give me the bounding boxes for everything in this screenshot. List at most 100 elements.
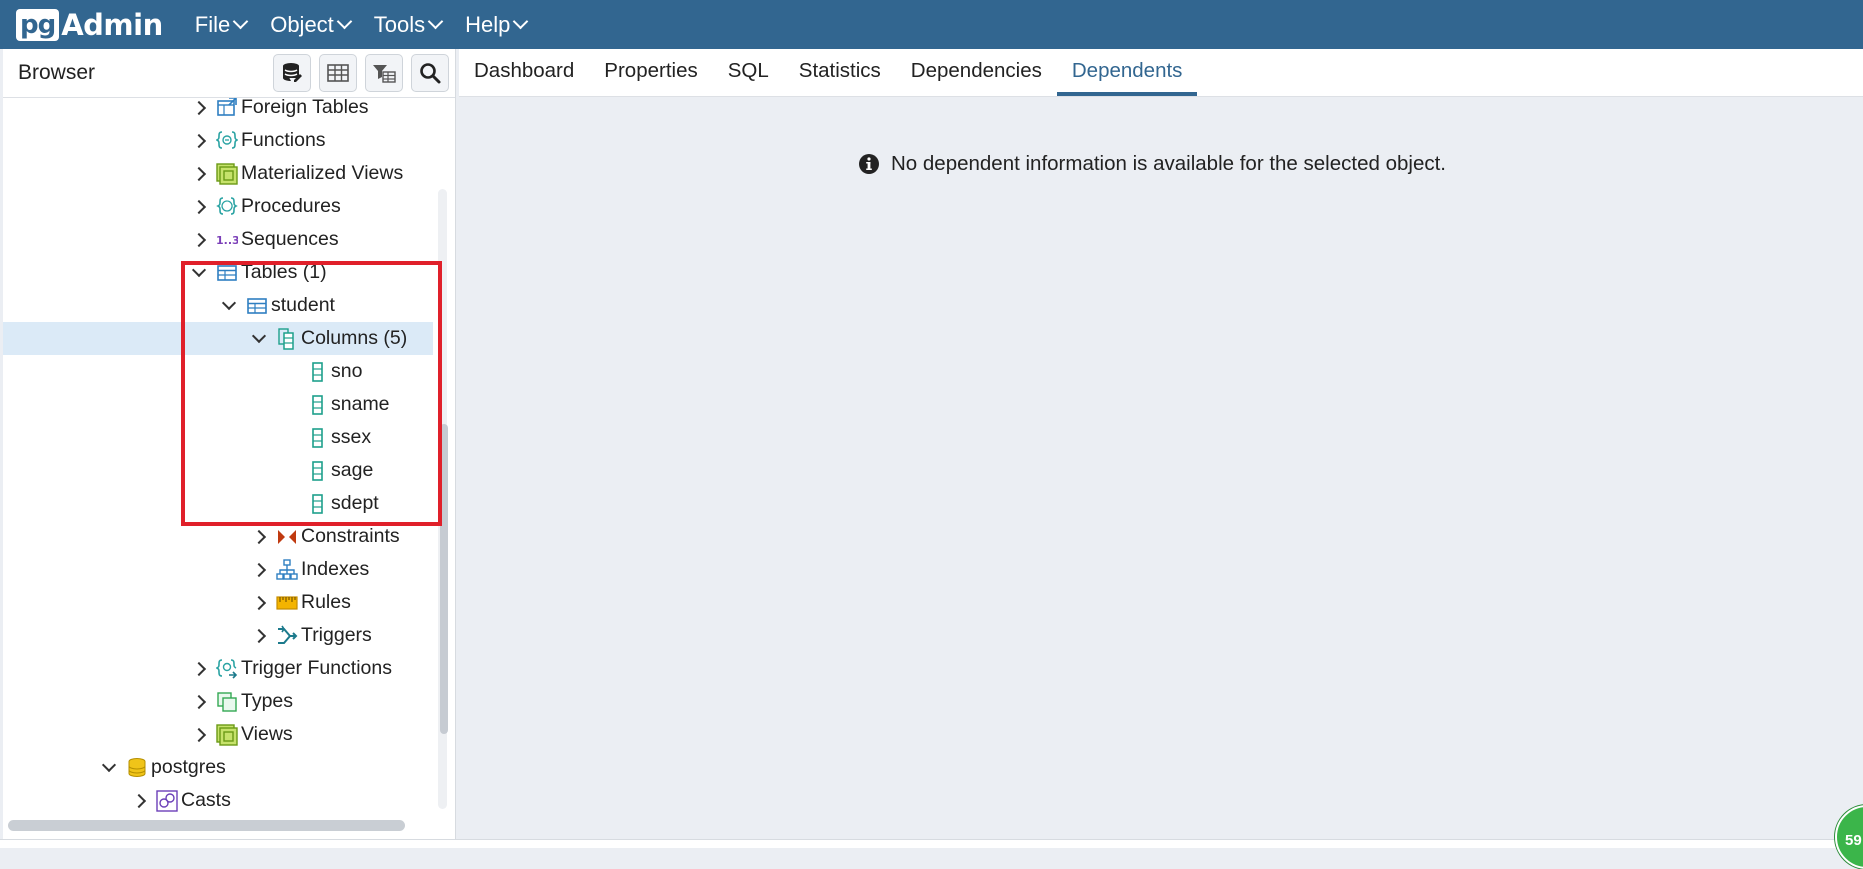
query-tool-button[interactable] — [273, 54, 311, 92]
chevron-right-icon[interactable] — [189, 659, 209, 679]
tree-item-label: sname — [331, 393, 390, 415]
tree-item-trigger-functions[interactable]: Trigger Functions — [3, 652, 433, 685]
chevron-down-icon[interactable] — [249, 328, 269, 349]
chevron-right-icon[interactable] — [189, 692, 209, 712]
tab-dashboard[interactable]: Dashboard — [459, 49, 589, 96]
tree-item-column-sname[interactable]: sname — [3, 388, 433, 421]
menu-file[interactable]: File — [183, 12, 258, 38]
pgadmin-logo[interactable]: pg Admin — [16, 8, 163, 42]
filtered-rows-icon — [373, 65, 396, 83]
tree-item-label: sdept — [331, 492, 379, 514]
tree-item-label: Types — [241, 690, 294, 712]
tree-item-indexes[interactable]: Indexes — [3, 553, 433, 586]
logo-pg-mark: pg — [16, 8, 60, 41]
object-tree: Foreign Tables Functions Materialized Vi… — [3, 98, 433, 818]
tab-dependents[interactable]: Dependents — [1056, 49, 1198, 96]
tree-item-student[interactable]: student — [3, 289, 433, 322]
tree-item-label: student — [271, 294, 335, 316]
chevron-right-icon[interactable] — [129, 791, 149, 811]
browser-panel: Browser Foreign Tables Functions Materia… — [3, 49, 456, 839]
rule-icon — [276, 592, 298, 614]
chevron-down-icon — [336, 13, 353, 30]
tree-item-constraints[interactable]: Constraints — [3, 520, 433, 553]
tree-item-label: Procedures — [241, 195, 341, 217]
table-icon — [246, 295, 268, 317]
menu-tools-label: Tools — [373, 11, 426, 37]
chevron-right-icon[interactable] — [189, 230, 209, 250]
tree-item-rules[interactable]: Rules — [3, 586, 433, 619]
constraint-icon — [276, 526, 298, 548]
query-tool-icon — [283, 63, 302, 82]
chevron-right-icon[interactable] — [189, 98, 209, 118]
svg-text:1..3: 1..3 — [216, 234, 238, 247]
cast-icon — [156, 789, 178, 812]
info-icon — [859, 154, 879, 174]
chevron-right-icon[interactable] — [249, 527, 269, 547]
menu-file-label: File — [194, 11, 231, 37]
tree-item-triggers[interactable]: Triggers — [3, 619, 433, 652]
chevron-right-icon[interactable] — [249, 560, 269, 580]
type-icon — [216, 691, 238, 713]
tab-properties[interactable]: Properties — [589, 49, 712, 96]
tree-item-materialized-views[interactable]: Materialized Views — [3, 157, 433, 190]
tree-item-label: sage — [331, 459, 374, 481]
menu-object[interactable]: Object — [258, 12, 362, 38]
chevron-right-icon[interactable] — [189, 197, 209, 217]
main-menu: File Object Tools Help — [183, 12, 539, 38]
column-icon — [306, 493, 328, 515]
tree-item-label: Trigger Functions — [241, 657, 393, 679]
column-icon — [306, 460, 328, 482]
tree-item-column-sage[interactable]: sage — [3, 454, 433, 487]
tree-item-tables[interactable]: Tables (1) — [3, 256, 433, 289]
chevron-right-icon[interactable] — [189, 164, 209, 184]
menu-help[interactable]: Help — [453, 12, 538, 38]
filtered-rows-button[interactable] — [365, 54, 403, 92]
tree-item-postgres[interactable]: postgres — [3, 751, 433, 784]
chevron-down-icon[interactable] — [219, 295, 239, 316]
column-icon — [306, 394, 328, 416]
floating-badge-text: 59 — [1845, 832, 1862, 849]
view-data-button[interactable] — [319, 54, 357, 92]
tree-item-column-sno[interactable]: sno — [3, 355, 433, 388]
tab-dependencies[interactable]: Dependencies — [896, 49, 1057, 96]
index-icon — [276, 558, 298, 581]
tree-item-casts[interactable]: Casts — [3, 784, 433, 817]
detail-tabs: Dashboard Properties SQL Statistics Depe… — [459, 49, 1863, 97]
tree-horizontal-scrollbar[interactable] — [8, 820, 405, 831]
chevron-right-icon[interactable] — [249, 626, 269, 646]
tree-item-column-ssex[interactable]: ssex — [3, 421, 433, 454]
tree-item-column-sdept[interactable]: sdept — [3, 487, 433, 520]
tree-item-label: Functions — [241, 129, 326, 151]
tree-item-columns[interactable]: Columns (5) — [3, 322, 433, 355]
materialized-view-icon — [216, 162, 238, 185]
tree-item-label: postgres — [151, 756, 226, 778]
chevron-down-icon[interactable] — [99, 757, 119, 778]
chevron-down-icon[interactable] — [189, 262, 209, 283]
tree-item-functions[interactable]: Functions — [3, 124, 433, 157]
browser-header: Browser — [3, 49, 455, 98]
menu-tools[interactable]: Tools — [362, 12, 453, 38]
tree-item-views[interactable]: Views — [3, 718, 433, 751]
sequence-icon: 1..3 — [216, 229, 238, 251]
tree-item-foreign-tables[interactable]: Foreign Tables — [3, 98, 433, 124]
column-icon — [306, 427, 328, 449]
tree-vertical-scrollbar-thumb[interactable] — [440, 424, 448, 734]
chevron-right-icon[interactable] — [249, 593, 269, 613]
tree-item-sequences[interactable]: 1..3 Sequences — [3, 223, 433, 256]
tab-statistics[interactable]: Statistics — [784, 49, 896, 96]
tree-item-label: Foreign Tables — [241, 98, 369, 118]
search-objects-button[interactable] — [411, 54, 449, 92]
chevron-down-icon — [232, 13, 249, 30]
tree-item-label: ssex — [331, 426, 372, 448]
info-message: No dependent information is available fo… — [858, 152, 1446, 176]
tree-item-procedures[interactable]: Procedures — [3, 190, 433, 223]
tab-sql[interactable]: SQL — [713, 49, 784, 96]
menu-help-label: Help — [465, 11, 511, 37]
tree-item-types[interactable]: Types — [3, 685, 433, 718]
tree-item-label: Casts — [181, 789, 231, 811]
chevron-right-icon[interactable] — [189, 131, 209, 151]
tree-item-label: Constraints — [301, 525, 400, 547]
chevron-right-icon[interactable] — [189, 725, 209, 745]
trigger-icon — [276, 625, 298, 647]
database-icon — [126, 757, 148, 779]
